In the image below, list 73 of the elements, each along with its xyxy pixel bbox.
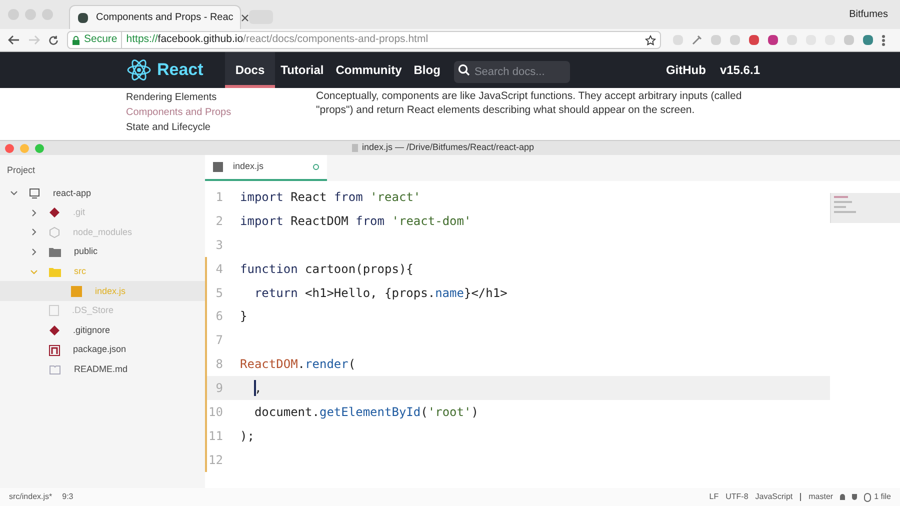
menu-icon[interactable] (882, 34, 885, 46)
nav-link[interactable]: Docs (225, 52, 275, 88)
nav-link[interactable]: GitHub (666, 61, 706, 79)
lock-icon (72, 36, 80, 44)
text-cursor (254, 380, 256, 396)
sidebar-link[interactable]: State and Lifecycle (126, 122, 316, 134)
status-text[interactable]: UTF-8 (726, 491, 748, 503)
tree-item[interactable]: public (0, 242, 205, 262)
chart-extension-icon[interactable] (749, 35, 759, 45)
tree-item[interactable]: react-app (0, 184, 205, 204)
editor-tab[interactable]: index.js (205, 155, 327, 181)
nav-link[interactable]: Tutorial (274, 52, 330, 88)
status-text: 9:3 (62, 491, 74, 503)
folder-icon (49, 266, 61, 277)
js-file-icon (213, 162, 223, 172)
status-text[interactable]: master (808, 491, 834, 503)
favicon-icon (78, 12, 88, 22)
chevron-right-icon[interactable] (30, 208, 38, 217)
address-bar[interactable]: Secure https://facebook.github.io/react/docs/components-and-props.html (67, 31, 661, 49)
folder-icon (49, 247, 61, 258)
diamond-icon (49, 207, 60, 218)
code-line: 4 function cartoon(props){ (205, 256, 830, 281)
code-line: 11 ); (205, 424, 830, 448)
bookmark-star-icon[interactable] (645, 34, 656, 46)
code-line: 7 (205, 328, 830, 352)
nav-link[interactable]: Community (330, 52, 408, 88)
code-line: 6 } (205, 304, 830, 328)
sidebar-link[interactable]: Rendering Elements (126, 92, 316, 104)
minimap-drawing (830, 193, 900, 223)
secure-label: Secure (84, 32, 122, 48)
status-text: src/index.js* (9, 491, 52, 503)
close-icon[interactable] (241, 14, 250, 22)
window-zoom-button[interactable] (35, 144, 44, 152)
status-text[interactable]: LF (709, 491, 719, 503)
back-icon[interactable] (8, 35, 20, 45)
chevron-down-icon[interactable] (10, 189, 18, 198)
status-text[interactable]: 1 file (874, 491, 891, 503)
site-logo-text[interactable]: React (157, 57, 204, 83)
profile-name[interactable]: Bitfumes (849, 7, 888, 22)
reload-icon[interactable] (48, 34, 59, 46)
hexagon-icon (49, 226, 60, 238)
code-line: 12 (205, 448, 830, 472)
tab-title: Components and Props - Reac (96, 11, 234, 25)
diamond-icon (49, 324, 60, 336)
code-line: 3 (214, 236, 224, 254)
camera-extension-icon[interactable] (768, 35, 778, 45)
search-field[interactable]: Search docs... (454, 61, 570, 83)
code-line: 1 import React from 'react' (214, 188, 422, 206)
book-icon (49, 364, 61, 375)
atom-logo-icon[interactable] (127, 59, 151, 81)
tree-item[interactable]: README.md (0, 360, 205, 380)
chevron-right-icon[interactable] (30, 248, 38, 256)
code-line: 2 import ReactDOM from 'react-dom' (214, 212, 472, 230)
status-text[interactable]: JavaScript (755, 491, 793, 503)
nav-link[interactable]: Blog (408, 52, 446, 88)
panel-title: Project (6, 164, 36, 177)
tree-item[interactable]: package.json (0, 340, 205, 360)
paragraph-line: "props") and return React elements describing what should appear on the screen. (316, 103, 696, 117)
code-line: 10 document.getElementById('root') (205, 400, 830, 424)
window-close-button[interactable] (5, 144, 14, 152)
url-text: https://facebook.github.io/react/docs/components-and-props.html (126, 32, 428, 48)
eyedropper-icon[interactable] (692, 35, 702, 45)
search-icon (458, 64, 470, 76)
paragraph-line: Conceptually, components are like JavaScript functions. They accept arbitrary inputs (called (316, 89, 742, 103)
window-title: index.js — /Drive/Bitfumes/React/react-app (362, 141, 534, 154)
tree-item[interactable]: .gitignore (0, 320, 205, 340)
monitor-icon (29, 188, 40, 199)
js-file-icon (71, 286, 82, 297)
chevron-right-icon[interactable] (30, 228, 38, 236)
nav-link[interactable]: v15.6.1 (720, 61, 760, 79)
code-line: 5 return <h1>Hello, {props.name}</h1> (205, 280, 830, 304)
package-icon (49, 344, 60, 356)
sidebar-link[interactable]: Components and Props (126, 107, 316, 119)
